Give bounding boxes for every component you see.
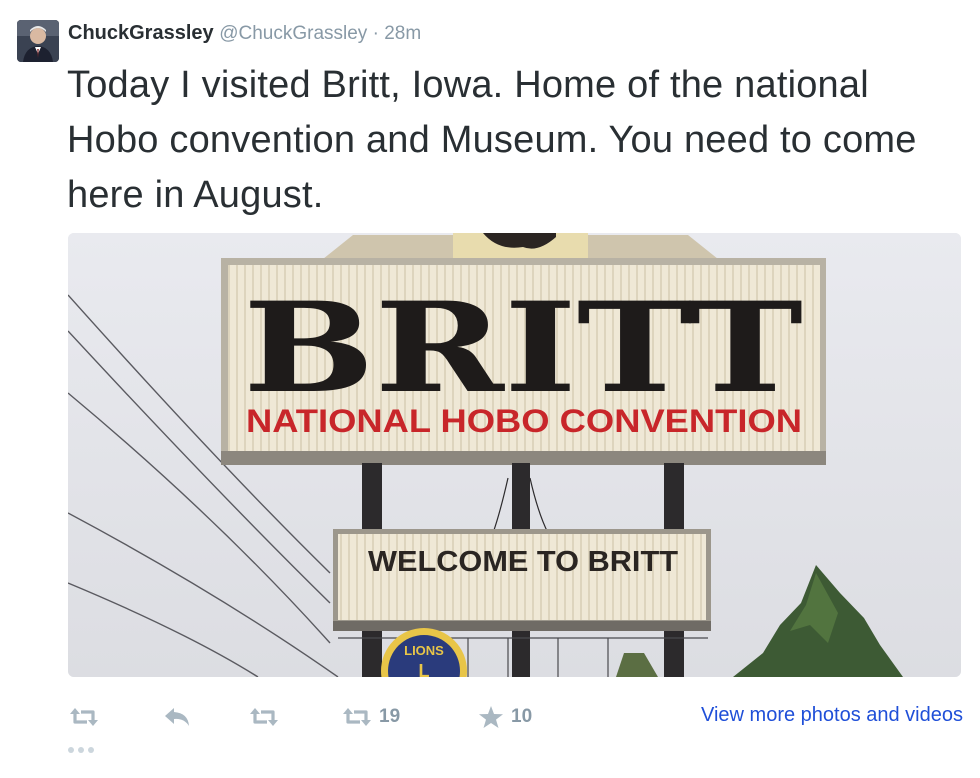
retweet-action-2[interactable] [250, 702, 278, 732]
favorite-count: 10 [511, 706, 533, 727]
retweet-count: 19 [379, 706, 401, 727]
tweet-header: ChuckGrassley @ChuckGrassley · 28m [68, 20, 421, 47]
emblem-letter: L [419, 661, 430, 677]
tweet-photo[interactable]: BRITT NATIONAL HOBO CONVENTION WELCOME T… [68, 233, 961, 677]
tweet-text: Today I visited Britt, Iowa. Home of the… [67, 64, 917, 216]
dot [68, 747, 74, 753]
view-more-link[interactable]: View more photos and videos [701, 702, 963, 728]
britt-sign-photo: BRITT NATIONAL HOBO CONVENTION WELCOME T… [68, 233, 961, 677]
retweet-count-action[interactable]: 19 [343, 702, 400, 732]
sign-sub-text: NATIONAL HOBO CONVENTION [246, 403, 802, 439]
favorite-action[interactable]: 10 [479, 702, 532, 732]
sign-main-text: BRITT [243, 276, 803, 421]
dot [88, 747, 94, 753]
more-dots-icon[interactable] [68, 740, 94, 760]
retweet-icon [250, 707, 278, 727]
star-icon [479, 706, 503, 728]
avatar[interactable] [17, 20, 59, 62]
reply-icon [164, 707, 190, 727]
avatar-image [17, 20, 59, 62]
time-separator: · [367, 23, 385, 44]
retweet-icon [343, 707, 371, 727]
retweet-icon [70, 707, 98, 727]
emblem-text: LIONS [404, 643, 444, 658]
reply-action[interactable] [164, 702, 190, 732]
timestamp[interactable]: 28m [384, 23, 421, 44]
dot [78, 747, 84, 753]
handle[interactable]: @ChuckGrassley [219, 23, 367, 44]
retweet-action[interactable] [70, 702, 98, 732]
display-name[interactable]: ChuckGrassley [68, 22, 214, 44]
sign-welcome-text: WELCOME TO BRITT [368, 546, 678, 578]
